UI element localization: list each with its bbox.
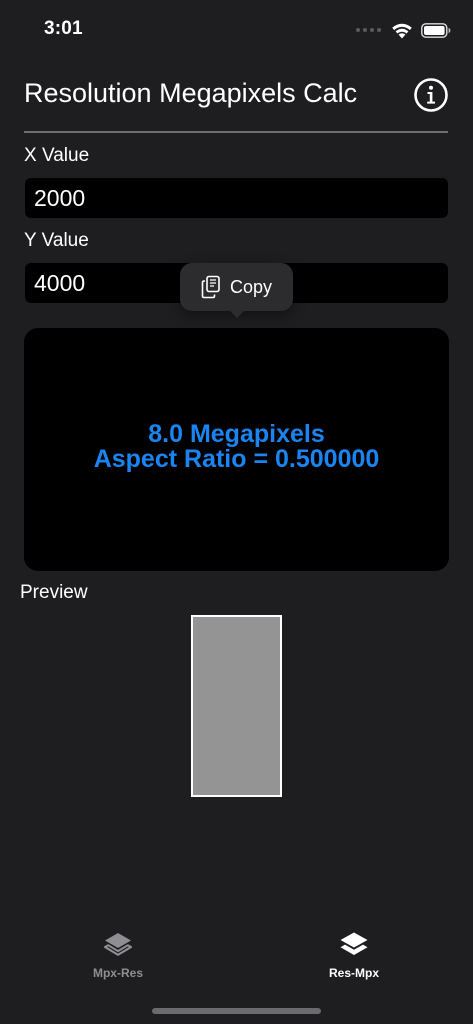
home-indicator [152, 1008, 321, 1014]
preview-rectangle [191, 615, 282, 797]
page-title: Resolution Megapixels Calc [24, 78, 358, 108]
header-divider [24, 131, 448, 133]
copy-label: Copy [229, 276, 273, 297]
x-value-input[interactable] [25, 178, 448, 218]
battery-icon [421, 22, 451, 38]
status-bar: 3:01 [0, 0, 473, 60]
tab-res-mpx[interactable]: Res-Mpx [294, 930, 414, 990]
y-value-label: Y Value [24, 230, 89, 251]
preview-label: Preview [20, 582, 88, 603]
aspect-ratio-result: Aspect Ratio = 0.500000 [93, 444, 380, 473]
status-indicators [356, 18, 451, 42]
status-time: 3:01 [44, 18, 83, 39]
result-panel: 8.0 Megapixels Aspect Ratio = 0.500000 [24, 328, 449, 571]
copy-menu-item[interactable]: Copy [180, 263, 293, 318]
app-header: Resolution Megapixels Calc [24, 76, 449, 116]
x-value-label: X Value [24, 145, 90, 166]
signal-dots-icon [356, 28, 381, 32]
layers-icon [104, 933, 132, 956]
tab-label-res-mpx: Res-Mpx [328, 966, 379, 980]
layers-filled-icon [340, 932, 368, 955]
wifi-icon [392, 23, 412, 38]
info-circle-icon[interactable] [413, 77, 449, 113]
tab-mpx-res[interactable]: Mpx-Res [58, 930, 178, 990]
tab-label-mpx-res: Mpx-Res [92, 966, 143, 980]
copy-icon [201, 275, 220, 299]
